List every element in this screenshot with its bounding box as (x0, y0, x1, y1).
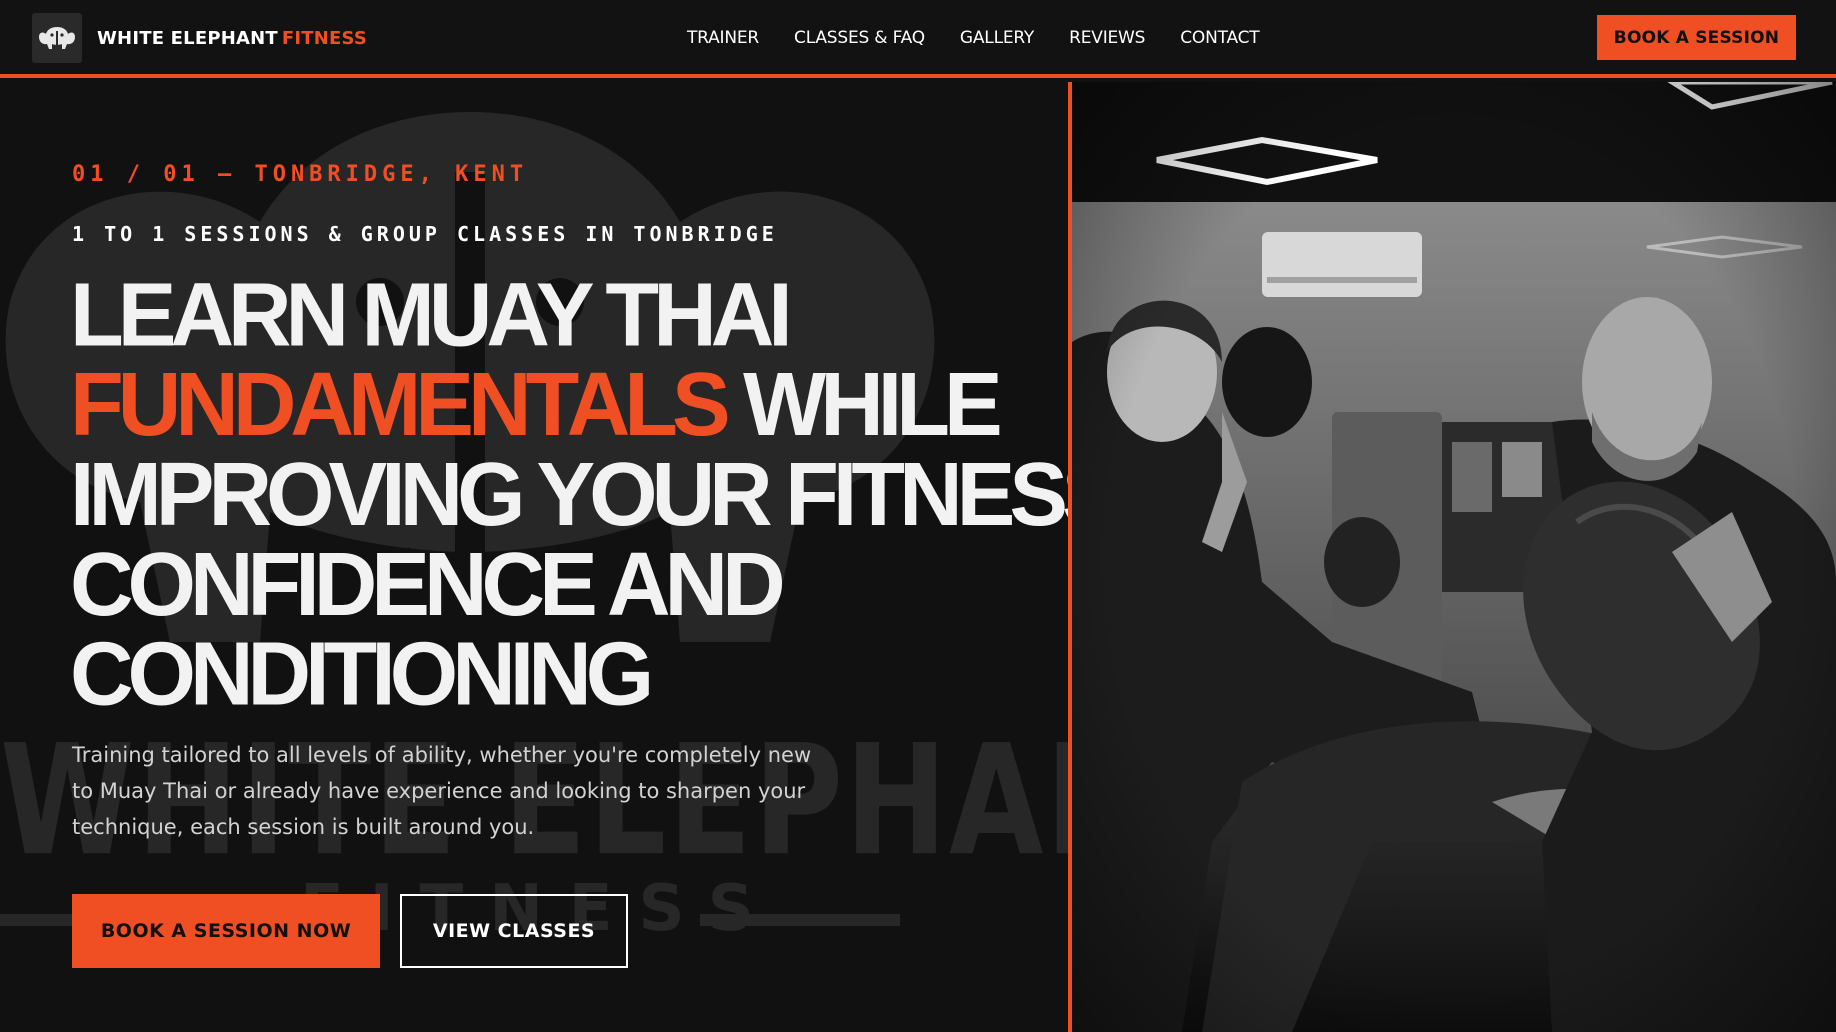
headline-line-5: CONDITIONING (70, 622, 654, 724)
view-classes-button[interactable]: VIEW CLASSES (400, 894, 628, 968)
elephant-logo-icon (32, 13, 82, 63)
nav-gallery[interactable]: GALLERY (960, 28, 1034, 48)
nav-reviews[interactable]: REVIEWS (1069, 28, 1145, 48)
headline-line-2: FUNDAMENTALS WHILE (70, 359, 1003, 450)
brand-name: WHITE ELEPHANT FITNESS (97, 28, 367, 49)
nav-contact[interactable]: CONTACT (1180, 28, 1259, 48)
hero-subhead: 1 TO 1 SESSIONS & GROUP CLASSES IN TONBR… (72, 222, 778, 246)
headline-line-4: CONFIDENCE AND (70, 533, 786, 635)
location-eyebrow: 01 / 01 — TONBRIDGE, KENT (72, 162, 529, 187)
site-header: WHITE ELEPHANT FITNESS TRAINER CLASSES & … (0, 0, 1836, 78)
watermark-rule-right (700, 914, 900, 926)
book-session-button[interactable]: BOOK A SESSION (1597, 15, 1796, 60)
brand-primary: WHITE ELEPHANT (97, 27, 278, 49)
hero-section: WHITE ELEPHANT FITNESS 01 / 01 — TONBRID… (0, 82, 1069, 1032)
hero-description: Training tailored to all levels of abili… (72, 743, 812, 839)
hero-training-photo (1072, 82, 1836, 1032)
hero-headline: LEARN MUAY THAI FUNDAMENTALS WHILE IMPRO… (70, 263, 1069, 724)
brand-accent: FITNESS (281, 27, 368, 49)
headline-line-3: IMPROVING YOUR FITNESS, (70, 443, 1069, 545)
headline-line-2-rest: WHILE (724, 353, 1003, 455)
headline-line-1: LEARN MUAY THAI (70, 263, 793, 365)
book-session-now-button[interactable]: BOOK A SESSION NOW (72, 894, 380, 968)
main-nav: TRAINER CLASSES & FAQ GALLERY REVIEWS CO… (687, 28, 1294, 48)
headline-accent: FUNDAMENTALS (70, 353, 731, 455)
nav-trainer[interactable]: TRAINER (687, 28, 759, 48)
brand-logo[interactable]: WHITE ELEPHANT FITNESS (32, 13, 367, 63)
nav-classes-faq[interactable]: CLASSES & FAQ (794, 28, 925, 48)
